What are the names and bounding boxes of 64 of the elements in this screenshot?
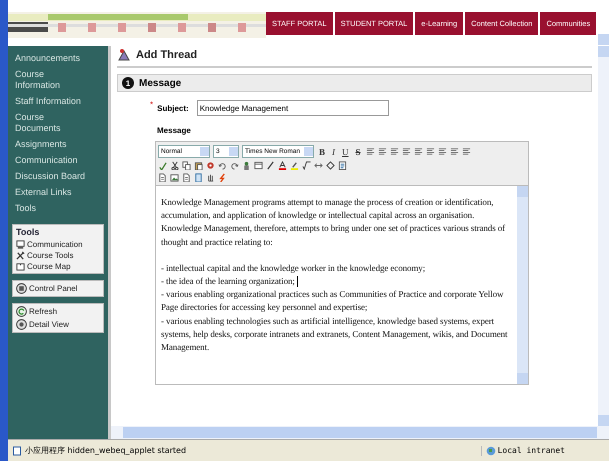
zone-label: Local intranet <box>498 446 565 455</box>
pen-icon[interactable] <box>266 161 275 170</box>
copy-icon[interactable] <box>182 161 191 170</box>
image-icon[interactable] <box>170 173 179 182</box>
panel-title: Tools <box>16 227 40 237</box>
diamond-icon[interactable] <box>326 161 335 170</box>
paste-icon[interactable] <box>194 161 203 170</box>
notepad-icon[interactable] <box>338 161 347 170</box>
panel-icon <box>16 283 27 294</box>
view-icon <box>16 319 27 330</box>
scrollbar[interactable] <box>598 46 609 426</box>
align-left-icon[interactable] <box>390 147 399 156</box>
sidebar-link[interactable]: Staff Information <box>12 95 90 108</box>
format-button[interactable]: U <box>340 146 351 156</box>
square-root-icon[interactable] <box>302 161 311 170</box>
sidebar-link[interactable]: Course Tools <box>16 251 100 260</box>
required-mark: * <box>150 100 154 109</box>
bullet-line: - various enabling organizational practices such as Communities of Practice and corporate Yellow Page directories for accessing key personnel and expertise; <box>161 288 504 314</box>
sidebar-link[interactable]: External Links <box>12 186 90 199</box>
sidebar-link[interactable]: Communication <box>12 154 90 167</box>
document-icon[interactable] <box>182 173 191 182</box>
figure-icon[interactable] <box>242 161 251 170</box>
page-title: Add Thread <box>136 49 198 61</box>
sidebar-link[interactable]: Control Panel <box>16 283 100 294</box>
sidebar-link[interactable]: Assignments <box>12 138 90 151</box>
page-icon[interactable] <box>194 173 203 182</box>
refresh-icon <box>16 306 27 317</box>
sidebar-link[interactable]: Communication <box>16 240 100 249</box>
format-button[interactable]: B <box>317 146 328 156</box>
subject-field[interactable]: Knowledge Management <box>196 100 389 116</box>
step-number: 1 <box>122 77 134 89</box>
table-icon[interactable] <box>254 161 263 170</box>
sidebar-link[interactable]: Announcements <box>12 52 90 65</box>
link-icon[interactable] <box>314 161 323 170</box>
sidebar-link[interactable]: Detail View <box>16 319 100 330</box>
scrollbar[interactable] <box>517 186 528 384</box>
sidebar-link[interactable]: Refresh <box>16 306 100 317</box>
bullet-line: - the idea of the learning organization; <box>161 275 512 288</box>
undo-icon[interactable] <box>218 161 227 170</box>
bullet-line: - various enabling technologies such as artificial intelligence, knowledge based systems, expert systems, help desks, corporate intranets and extranets, Content Management, wikis, and Document Management. <box>161 314 508 354</box>
scissors-icon[interactable] <box>170 161 179 170</box>
document-icon[interactable] <box>158 173 167 182</box>
field-label: Subject: <box>157 104 189 112</box>
paragraph: Knowledge Management programs attempt to manage the process of creation or identification, accumulation, and application of knowledge or intellectual capital across an organisation. Knowledge Management, therefore, attempts to bring under one set of practices various strands of thought and practice relating to: <box>161 196 506 249</box>
field-label: Message <box>157 126 192 135</box>
highlighter-icon[interactable] <box>290 161 299 170</box>
sidebar-link[interactable]: Course Documents <box>12 111 90 135</box>
sidebar-link[interactable]: Tools <box>12 202 90 215</box>
sidebar-link[interactable]: Discussion Board <box>12 170 90 183</box>
sidebar-link[interactable]: Course Map <box>16 262 100 271</box>
page-icon <box>12 446 22 456</box>
scrollbar[interactable] <box>111 426 609 439</box>
flash-icon[interactable] <box>218 173 227 182</box>
monitor-icon <box>16 240 25 249</box>
status-message: 小应用程序 hidden_webeq_applet started <box>25 445 186 456</box>
bullet-line: - intellectual capital and the knowledge worker in the knowledge economy; <box>161 262 426 275</box>
section-title: Message <box>139 78 182 88</box>
redo-icon[interactable] <box>230 161 239 170</box>
format-button[interactable]: I <box>330 146 338 156</box>
format-button[interactable]: S <box>354 146 363 156</box>
thread-icon <box>117 48 131 62</box>
spellcheck-icon[interactable] <box>158 161 167 170</box>
font-color-icon[interactable] <box>278 161 287 170</box>
sidebar-link[interactable]: Course Information <box>12 68 90 92</box>
